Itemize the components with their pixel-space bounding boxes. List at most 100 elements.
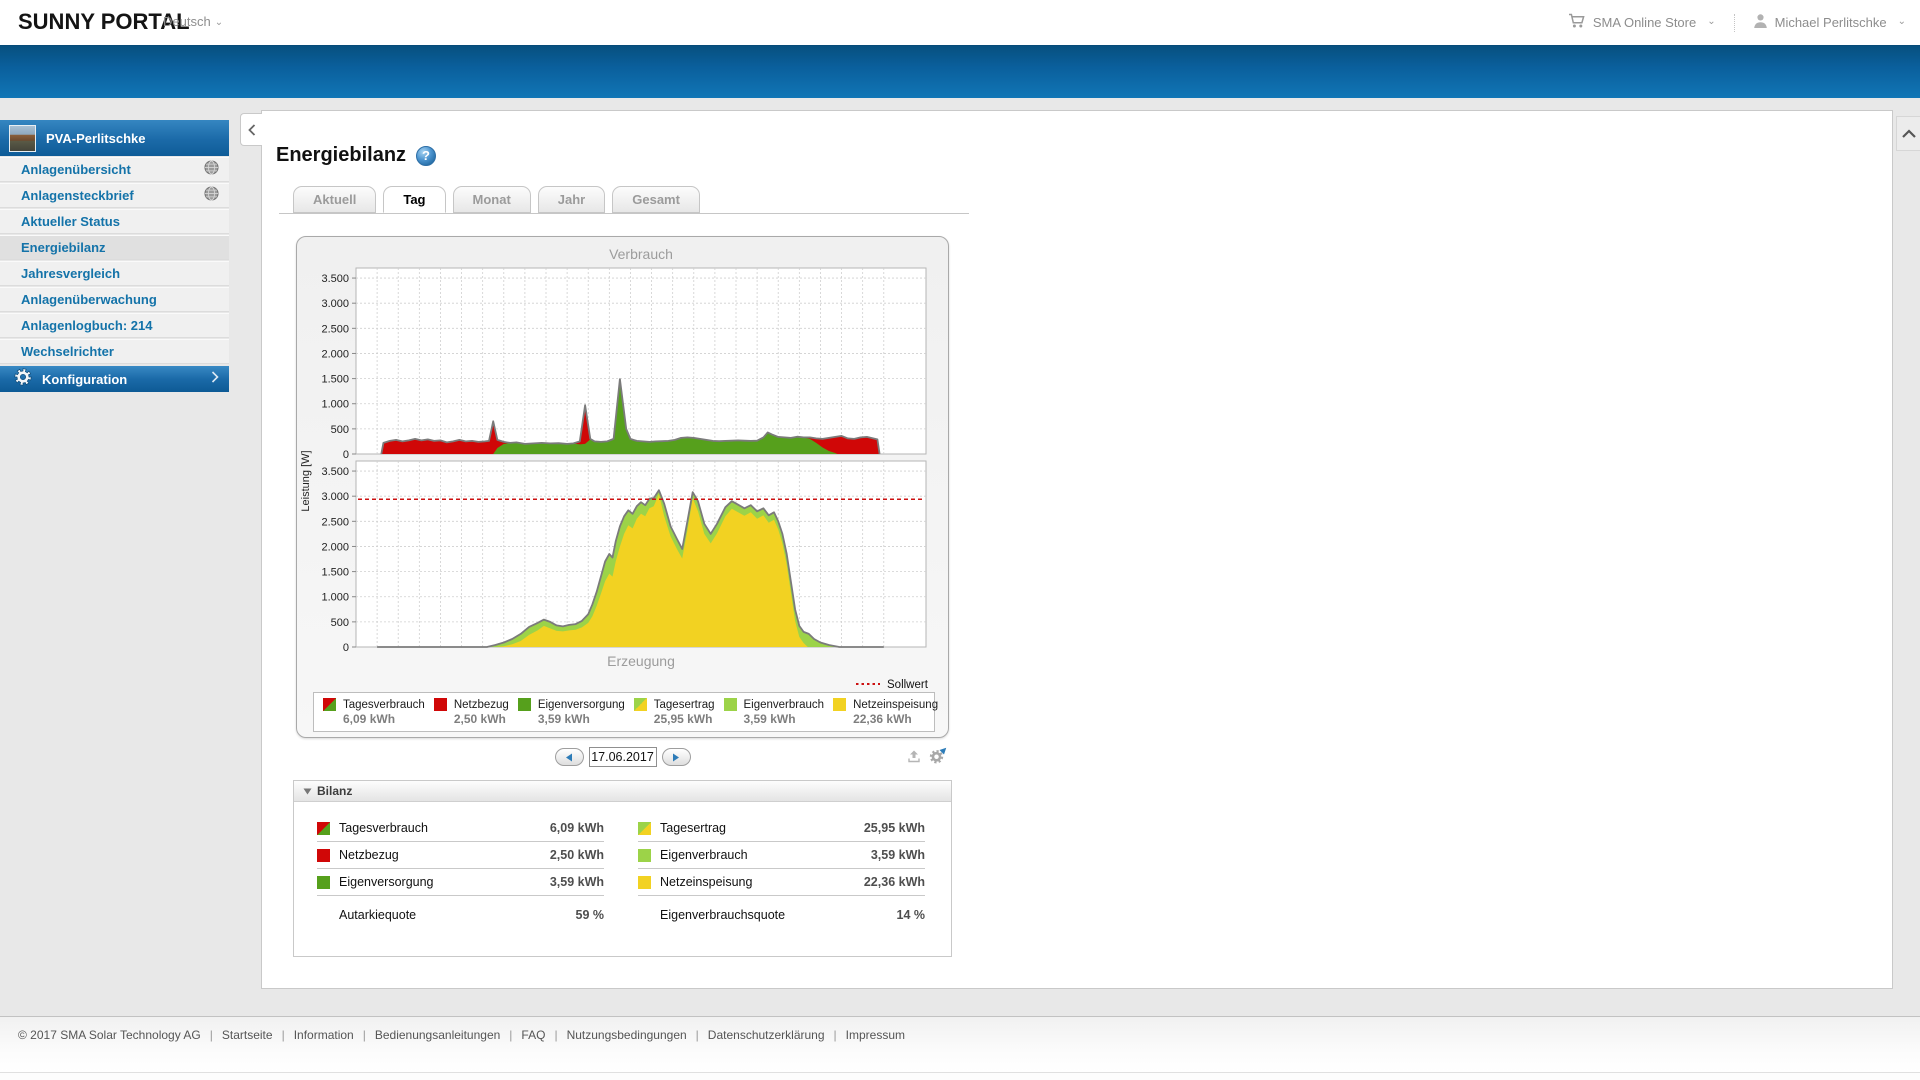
online-store-link[interactable]: SMA Online Store ⌄ xyxy=(1568,13,1716,32)
svg-text:1.500: 1.500 xyxy=(321,567,349,579)
legend-value: 6,09 kWh xyxy=(343,712,396,726)
svg-text:Sollwert: Sollwert xyxy=(887,679,929,689)
copyright: © 2017 SMA Solar Technology AG xyxy=(18,1028,201,1042)
verbrauch-chart: 05001.0001.5002.0002.5003.0003.50000:000… xyxy=(321,246,927,472)
sidebar-item-label: Jahresvergleich xyxy=(21,266,121,281)
legend-value: 25,95 kWh xyxy=(653,712,713,726)
legend-label: Netzeinspeisung xyxy=(853,698,939,711)
main-nav-band xyxy=(0,45,1920,98)
footer-separator: | xyxy=(209,1028,213,1042)
tab-bar: Aktuell Tag Monat Jahr Gesamt xyxy=(279,186,969,214)
bilanz-value: 59 % xyxy=(575,907,605,922)
tab-gesamt[interactable]: Gesamt xyxy=(612,186,700,213)
svg-text:3.500: 3.500 xyxy=(321,466,349,478)
previous-day-button[interactable] xyxy=(554,748,584,766)
arrow-left-icon xyxy=(566,753,572,761)
next-day-button[interactable] xyxy=(661,748,691,766)
sidebar-item-5[interactable]: Jahresvergleich xyxy=(0,261,229,286)
sidebar-item-6[interactable]: Anlagenüberwachung xyxy=(0,287,229,312)
user-menu[interactable]: Michael Perlitschke ⌄ xyxy=(1753,13,1906,32)
energy-chart-card: Leistung [W] 0 500 1.000 1.500 2.000 2.500 3.0… xyxy=(296,236,949,738)
legend-value: 3,59 kWh xyxy=(743,712,796,726)
chart-settings-gear-icon[interactable] xyxy=(929,747,947,765)
sidebar-item-2[interactable]: Anlagensteckbrief xyxy=(0,183,229,208)
bilanz-panel: Bilanz Tagesverbrauch 6,09 kWh Netzbezug 2,… xyxy=(293,780,952,957)
legend-entry: Tagesverbrauch 6,09 kWh xyxy=(314,696,425,728)
footer-separator: | xyxy=(509,1028,513,1042)
sidebar-item-1[interactable]: Anlagenübersicht xyxy=(0,157,229,182)
plant-photo-thumbnail xyxy=(9,124,36,152)
svg-text:2.500: 2.500 xyxy=(321,323,349,335)
footer-separator: | xyxy=(281,1028,285,1042)
svg-text:2.500: 2.500 xyxy=(321,516,349,528)
sidebar-item-label: Anlagenüberwachung xyxy=(21,292,157,307)
footer-separator: | xyxy=(695,1028,699,1042)
cart-icon xyxy=(1568,13,1586,32)
legend-label: Tagesertrag xyxy=(653,698,715,711)
erzeugung-chart: 0 500 1.000 1.500 2.000 2.500 3.000 3.500 Erzeug… xyxy=(321,460,929,689)
bilanz-header[interactable]: Bilanz xyxy=(294,781,951,802)
sidebar-item-konfiguration[interactable]: Konfiguration xyxy=(0,366,229,392)
topbar-divider xyxy=(1733,13,1735,32)
bilanz-icon-spacer xyxy=(317,908,330,921)
language-label: Deutsch xyxy=(163,14,211,29)
bilanz-row: Netzeinspeisung 22,36 kWh xyxy=(638,869,925,896)
tab-jahr[interactable]: Jahr xyxy=(537,186,606,213)
footer-link-datenschutzerklrung[interactable]: Datenschutzerklärung xyxy=(708,1028,825,1042)
chevron-down-icon: ⌄ xyxy=(214,17,224,28)
bilanz-row: Eigenverbrauchsquote 14 % xyxy=(638,901,925,928)
svg-text:1.500: 1.500 xyxy=(321,374,349,386)
bilanz-value: 25,95 kWh xyxy=(863,821,925,835)
export-icon[interactable] xyxy=(905,747,923,765)
sidebar-plant-header[interactable]: PVA-Perlitschke xyxy=(0,120,229,156)
sidebar-item-label: Anlagenübersicht xyxy=(21,162,131,177)
footer-link-information[interactable]: Information xyxy=(294,1028,354,1042)
date-input[interactable] xyxy=(588,747,657,767)
sidebar-item-8[interactable]: Wechselrichter xyxy=(0,339,229,364)
footer-link-startseite[interactable]: Startseite xyxy=(222,1028,273,1042)
scroll-to-top-button[interactable] xyxy=(1896,116,1920,151)
user-icon xyxy=(1753,13,1768,32)
legend-color-icon xyxy=(517,698,531,711)
svg-text:500: 500 xyxy=(331,424,349,436)
bilanz-label: Eigenversorgung xyxy=(339,875,434,889)
footer-link-bedienungsanleitungen[interactable]: Bedienungsanleitungen xyxy=(375,1028,500,1042)
content-panel: Energiebilanz ? Aktuell Tag Monat Jahr Gesam… xyxy=(240,110,1920,989)
footer-link-impressum[interactable]: Impressum xyxy=(846,1028,905,1042)
chevron-right-icon xyxy=(211,370,219,388)
tab-tag[interactable]: Tag xyxy=(383,186,446,213)
sidebar-item-7[interactable]: Anlagenlogbuch: 214 xyxy=(0,313,229,338)
chart-legend: Tagesverbrauch 6,09 kWh Netzbezug 2,50 kWh E… xyxy=(313,692,939,732)
bilanz-row: Eigenversorgung 3,59 kWh xyxy=(317,869,604,896)
tab-monat[interactable]: Monat xyxy=(452,186,531,213)
sidebar-item-label: Aktueller Status xyxy=(21,214,120,229)
footer-link-nutzungsbedingungen[interactable]: Nutzungsbedingungen xyxy=(567,1028,687,1042)
online-store-label: SMA Online Store xyxy=(1592,15,1697,30)
bilanz-value: 6,09 kWh xyxy=(549,821,604,835)
sidebar: PVA-Perlitschke Anlagenübersicht Anlagens… xyxy=(0,120,229,392)
bilanz-color-icon xyxy=(638,821,651,835)
legend-color-icon xyxy=(723,698,737,711)
bilanz-label: Tagesertrag xyxy=(660,821,727,835)
collapse-sidebar-button[interactable] xyxy=(240,113,262,146)
bilanz-value: 3,59 kWh xyxy=(870,848,925,862)
bilanz-color-icon xyxy=(317,821,330,835)
help-icon[interactable]: ? xyxy=(416,145,437,166)
bilanz-value: 14 % xyxy=(896,907,926,922)
legend-color-icon xyxy=(433,698,447,711)
tab-aktuell[interactable]: Aktuell xyxy=(293,186,377,213)
bilanz-label: Netzeinspeisung xyxy=(660,875,753,889)
bilanz-title: Bilanz xyxy=(317,784,353,798)
bilanz-color-icon xyxy=(638,875,651,889)
bilanz-icon-spacer xyxy=(638,908,651,921)
legend-label: Tagesverbrauch xyxy=(343,698,425,711)
sidebar-item-label: Anlagenlogbuch: 214 xyxy=(21,318,153,333)
sidebar-item-4[interactable]: Energiebilanz xyxy=(0,235,229,260)
bilanz-value: 2,50 kWh xyxy=(549,848,604,862)
svg-text:Erzeugung: Erzeugung xyxy=(607,653,675,669)
bilanz-row: Netzbezug 2,50 kWh xyxy=(317,842,604,869)
language-selector[interactable]: Deutsch ⌄ xyxy=(163,14,223,29)
footer-separator: | xyxy=(833,1028,837,1042)
footer-link-faq[interactable]: FAQ xyxy=(521,1028,545,1042)
sidebar-item-3[interactable]: Aktueller Status xyxy=(0,209,229,234)
